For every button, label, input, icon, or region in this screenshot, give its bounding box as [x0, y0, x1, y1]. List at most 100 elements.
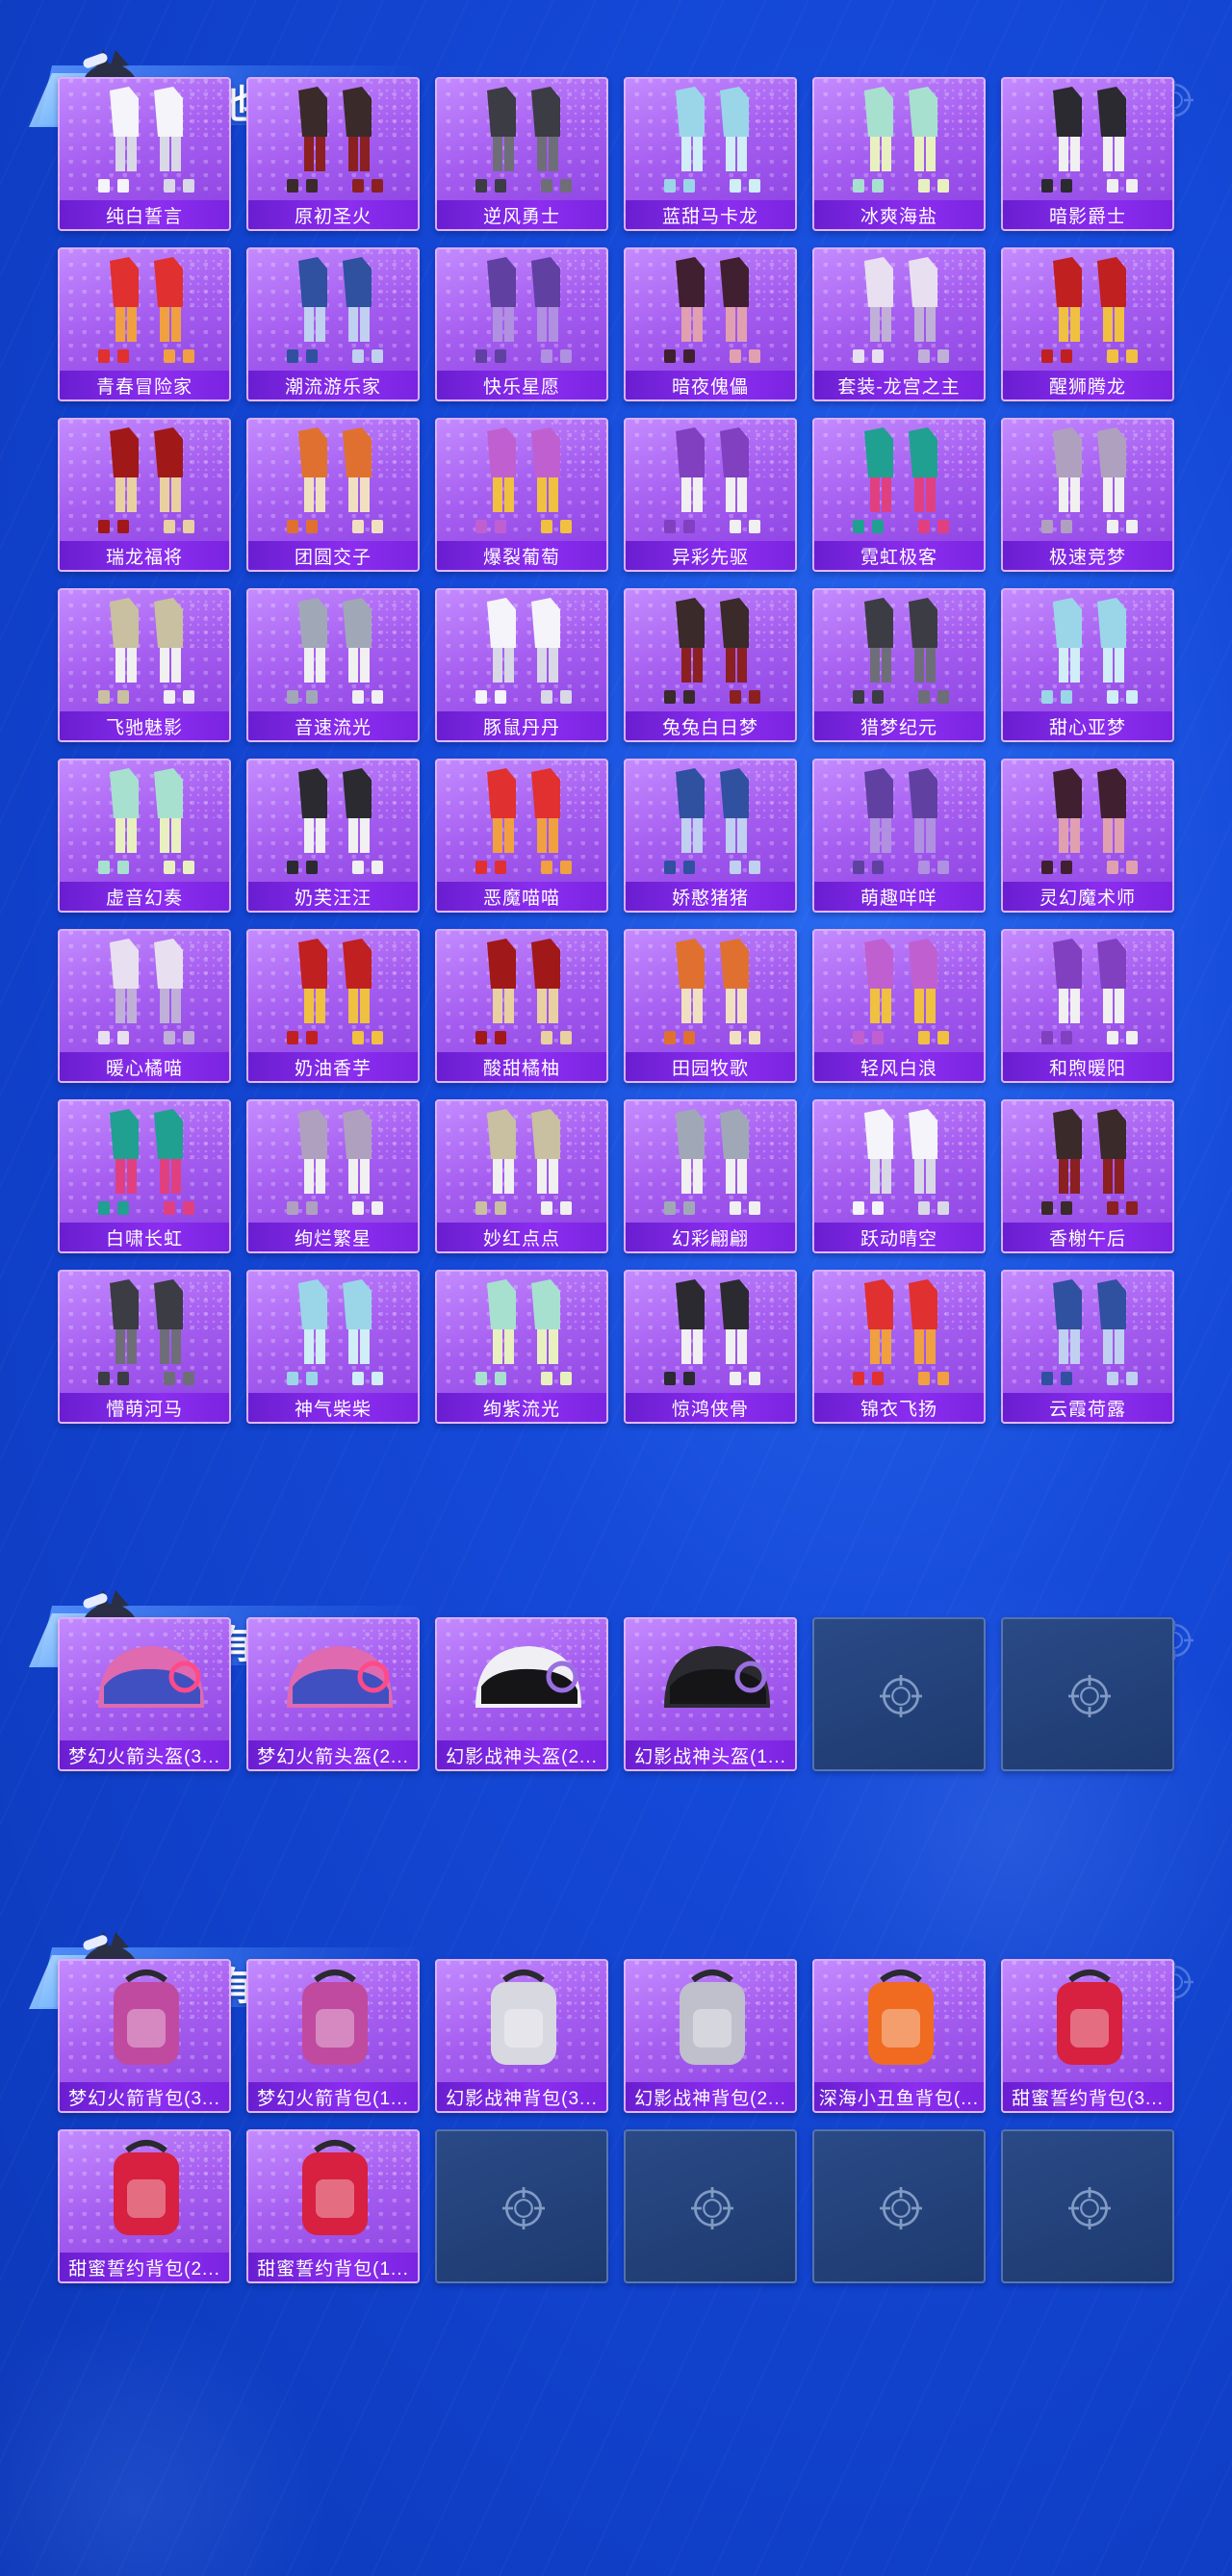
- outfit-card[interactable]: 妙红点点: [435, 1099, 608, 1253]
- item-image: [853, 768, 949, 874]
- outfit-card[interactable]: 异彩先驱: [624, 418, 797, 572]
- outfit-card[interactable]: 音速流光: [246, 588, 420, 742]
- backpack-card[interactable]: 幻影战神背包(2...: [624, 1959, 797, 2113]
- outfit-card[interactable]: 暗夜傀儡: [624, 247, 797, 401]
- backpack-card[interactable]: 梦幻火箭背包(1...: [246, 1959, 420, 2113]
- item-image: [1041, 257, 1138, 363]
- outfit-card[interactable]: 逆风勇士: [435, 77, 608, 231]
- outfit-card[interactable]: 蓝甜马卡龙: [624, 77, 797, 231]
- backpack-card[interactable]: 甜蜜誓约背包(3...: [1001, 1959, 1174, 2113]
- outfit-card[interactable]: 神气柴柴: [246, 1270, 420, 1424]
- item-image: [664, 1646, 770, 1708]
- outfit-card[interactable]: 套装-龙宫之主: [812, 247, 986, 401]
- outfit-card[interactable]: 云霞荷露: [1001, 1270, 1174, 1424]
- item-name: 绚紫流光: [437, 1393, 606, 1422]
- outfit-card[interactable]: 霓虹极客: [812, 418, 986, 572]
- item-name: 甜蜜誓约背包(1...: [248, 2253, 418, 2281]
- outfit-card[interactable]: 跃动晴空: [812, 1099, 986, 1253]
- outfit-card[interactable]: 白啸长虹: [58, 1099, 231, 1253]
- outfit-card[interactable]: 青春冒险家: [58, 247, 231, 401]
- outfit-card[interactable]: 醒狮腾龙: [1001, 247, 1174, 401]
- helmet-card[interactable]: 幻影战神头盔(2...: [435, 1617, 608, 1771]
- outfit-card[interactable]: 快乐星愿: [435, 247, 608, 401]
- outfit-card[interactable]: 香榭午后: [1001, 1099, 1174, 1253]
- outfit-card[interactable]: 幻彩翩翩: [624, 1099, 797, 1253]
- outfit-card[interactable]: 甜心亚梦: [1001, 588, 1174, 742]
- outfit-card[interactable]: 猎梦纪元: [812, 588, 986, 742]
- outfit-card[interactable]: 萌趣咩咩: [812, 759, 986, 913]
- backpack-card[interactable]: 梦幻火箭背包(3...: [58, 1959, 231, 2113]
- crosshair-icon: [1068, 1675, 1111, 1717]
- outfit-card[interactable]: 原初圣火: [246, 77, 420, 231]
- item-image: [853, 257, 949, 363]
- item-image: [287, 1646, 393, 1708]
- item-name: 音速流光: [248, 711, 418, 740]
- item-image: [475, 768, 572, 874]
- item-name: 极速竞梦: [1003, 541, 1172, 570]
- outfit-card[interactable]: 奶油香芋: [246, 929, 420, 1083]
- item-image: [491, 1970, 556, 2065]
- outfit-card[interactable]: 瑞龙福将: [58, 418, 231, 572]
- backpack-card[interactable]: 甜蜜誓约背包(1...: [246, 2129, 420, 2283]
- outfit-card[interactable]: 潮流游乐家: [246, 247, 420, 401]
- outfit-card[interactable]: 恶魔喵喵: [435, 759, 608, 913]
- item-image: [287, 939, 383, 1044]
- outfit-card[interactable]: 暖心橘喵: [58, 929, 231, 1083]
- item-image: [302, 2140, 368, 2235]
- outfit-card[interactable]: 冰爽海盐: [812, 77, 986, 231]
- outfit-card[interactable]: 团圆交子: [246, 418, 420, 572]
- item-name: 深海小丑鱼背包(...: [814, 2082, 984, 2111]
- crosshair-icon: [1068, 2187, 1111, 2229]
- outfit-card[interactable]: 酸甜橘柚: [435, 929, 608, 1083]
- item-name: 甜心亚梦: [1003, 711, 1172, 740]
- outfit-card[interactable]: 纯白誓言: [58, 77, 231, 231]
- outfit-card[interactable]: 兔兔白日梦: [624, 588, 797, 742]
- item-image: [98, 1279, 194, 1385]
- item-image: [287, 598, 383, 704]
- item-image: [664, 87, 760, 193]
- item-name: 套装-龙宫之主: [814, 371, 984, 399]
- item-image: [475, 427, 572, 533]
- crosshair-icon: [880, 1675, 922, 1717]
- outfit-card[interactable]: 轻风白浪: [812, 929, 986, 1083]
- outfit-card[interactable]: 暗影爵士: [1001, 77, 1174, 231]
- outfit-card[interactable]: 极速竞梦: [1001, 418, 1174, 572]
- item-name: 霓虹极客: [814, 541, 984, 570]
- item-name: 暗夜傀儡: [626, 371, 795, 399]
- item-name: 逆风勇士: [437, 200, 606, 229]
- outfit-card[interactable]: 绚烂繁星: [246, 1099, 420, 1253]
- backpack-card[interactable]: 幻影战神背包(3...: [435, 1959, 608, 2113]
- outfit-card[interactable]: 爆裂葡萄: [435, 418, 608, 572]
- outfit-card[interactable]: 飞驰魅影: [58, 588, 231, 742]
- item-name: 娇憨猪猪: [626, 882, 795, 911]
- item-name: 暖心橘喵: [60, 1052, 229, 1081]
- outfit-card[interactable]: 奶芙汪汪: [246, 759, 420, 913]
- backpack-card[interactable]: 甜蜜誓约背包(2...: [58, 2129, 231, 2283]
- helmet-card[interactable]: 梦幻火箭头盔(2...: [246, 1617, 420, 1771]
- item-image: [287, 87, 383, 193]
- item-name: 青春冒险家: [60, 371, 229, 399]
- outfit-card[interactable]: 娇憨猪猪: [624, 759, 797, 913]
- item-image: [98, 939, 194, 1044]
- helmet-card[interactable]: 幻影战神头盔(1...: [624, 1617, 797, 1771]
- outfit-card[interactable]: 虚音幻奏: [58, 759, 231, 913]
- item-image: [853, 87, 949, 193]
- outfit-card[interactable]: 田园牧歌: [624, 929, 797, 1083]
- backpack-card[interactable]: 深海小丑鱼背包(...: [812, 1959, 986, 2113]
- item-image: [1041, 598, 1138, 704]
- outfit-card[interactable]: 懵萌河马: [58, 1270, 231, 1424]
- item-name: 豚鼠丹丹: [437, 711, 606, 740]
- item-image: [664, 1279, 760, 1385]
- item-name: 猎梦纪元: [814, 711, 984, 740]
- item-image: [853, 939, 949, 1044]
- helmet-card[interactable]: 梦幻火箭头盔(3...: [58, 1617, 231, 1771]
- outfit-card[interactable]: 灵幻魔术师: [1001, 759, 1174, 913]
- item-name: 田园牧歌: [626, 1052, 795, 1081]
- outfit-card[interactable]: 和煦暖阳: [1001, 929, 1174, 1083]
- outfit-card[interactable]: 惊鸿侠骨: [624, 1270, 797, 1424]
- outfit-card[interactable]: 绚紫流光: [435, 1270, 608, 1424]
- outfit-card[interactable]: 锦衣飞扬: [812, 1270, 986, 1424]
- item-name: 飞驰魅影: [60, 711, 229, 740]
- crosshair-icon: [691, 2187, 733, 2229]
- outfit-card[interactable]: 豚鼠丹丹: [435, 588, 608, 742]
